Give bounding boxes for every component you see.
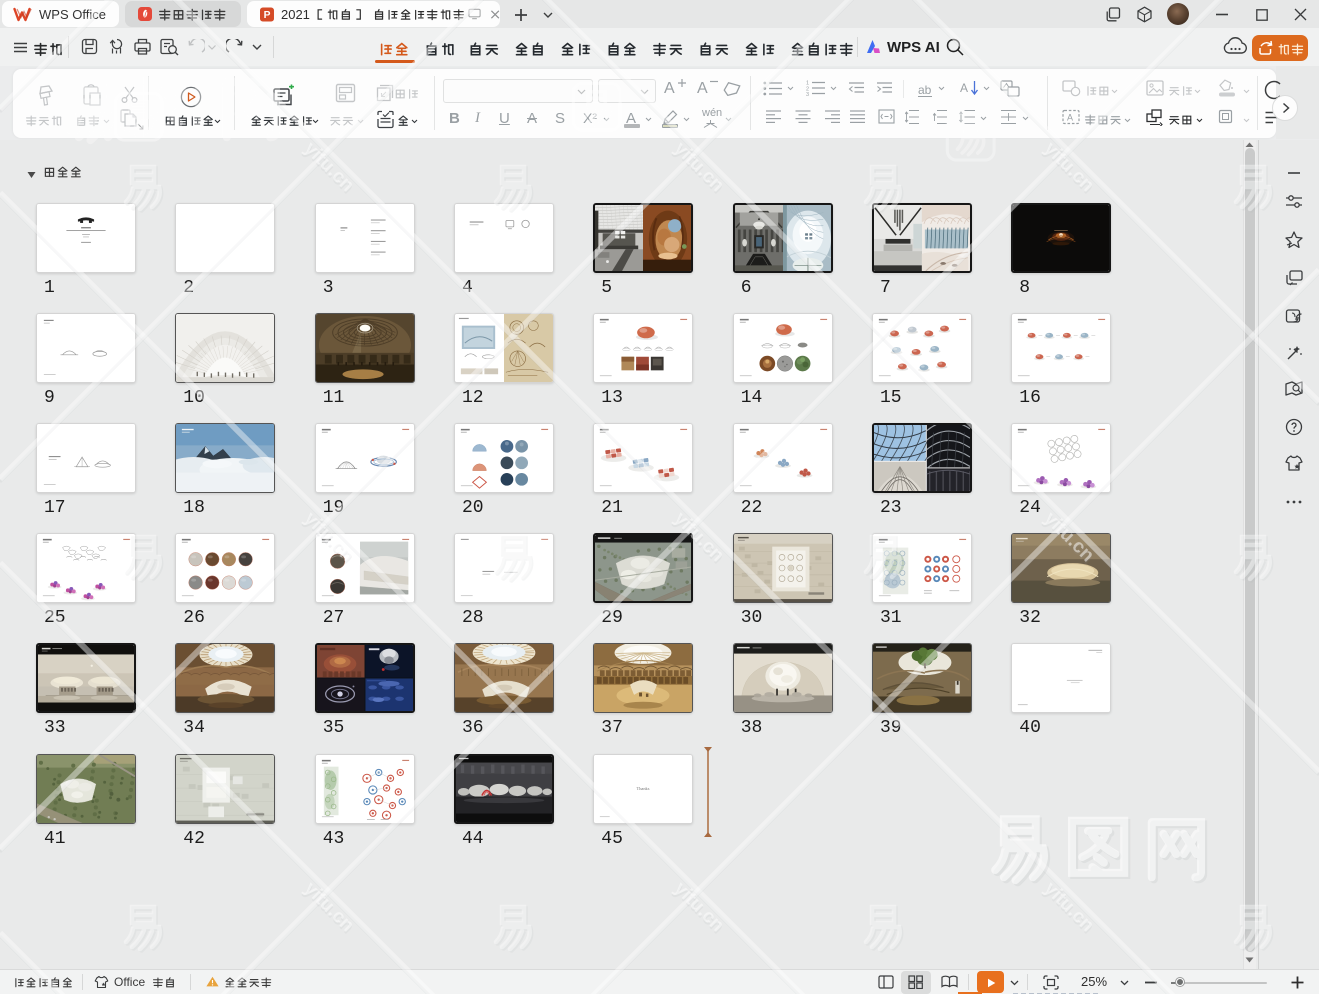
svg-text:Thanks: Thanks (637, 785, 650, 790)
svg-text:P: P (264, 10, 271, 21)
svg-text:3: 3 (806, 92, 809, 96)
svg-text:A: A (960, 81, 968, 95)
svg-text:A: A (1067, 113, 1073, 123)
